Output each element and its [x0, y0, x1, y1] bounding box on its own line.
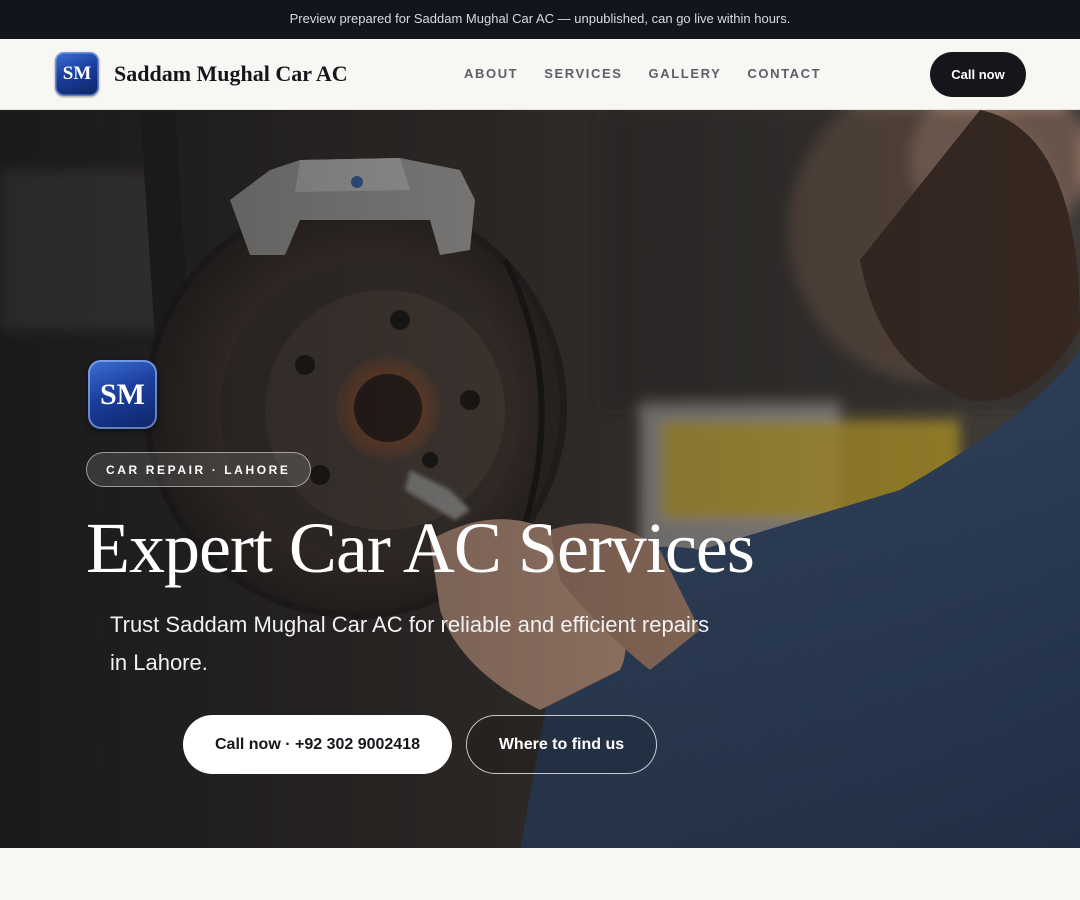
call-now-button[interactable]: Call now · +92 302 9002418 [183, 715, 452, 774]
header-call-button[interactable]: Call now [930, 52, 1026, 97]
hero-category-tag: CAR REPAIR · LAHORE [86, 452, 311, 487]
hero-section: SM CAR REPAIR · LAHORE Expert Car AC Ser… [0, 110, 1080, 848]
nav-link-contact[interactable]: CONTACT [747, 65, 821, 83]
hero-title: Expert Car AC Services [86, 508, 755, 588]
where-to-find-us-button[interactable]: Where to find us [466, 715, 657, 774]
nav-link-services[interactable]: SERVICES [544, 65, 622, 83]
hero-logo-icon: SM [88, 360, 157, 429]
main-nav: ABOUT SERVICES GALLERY CONTACT [464, 65, 821, 83]
logo-icon[interactable]: SM [55, 52, 99, 96]
nav-link-about[interactable]: ABOUT [464, 65, 518, 83]
brand-name[interactable]: Saddam Mughal Car AC [114, 59, 348, 89]
preview-banner: Preview prepared for Saddam Mughal Car A… [0, 0, 1080, 39]
site-header: SM Saddam Mughal Car AC ABOUT SERVICES G… [0, 39, 1080, 110]
nav-link-gallery[interactable]: GALLERY [649, 65, 722, 83]
preview-banner-text: Preview prepared for Saddam Mughal Car A… [289, 11, 791, 26]
hero-subtitle: Trust Saddam Mughal Car AC for reliable … [110, 612, 710, 675]
